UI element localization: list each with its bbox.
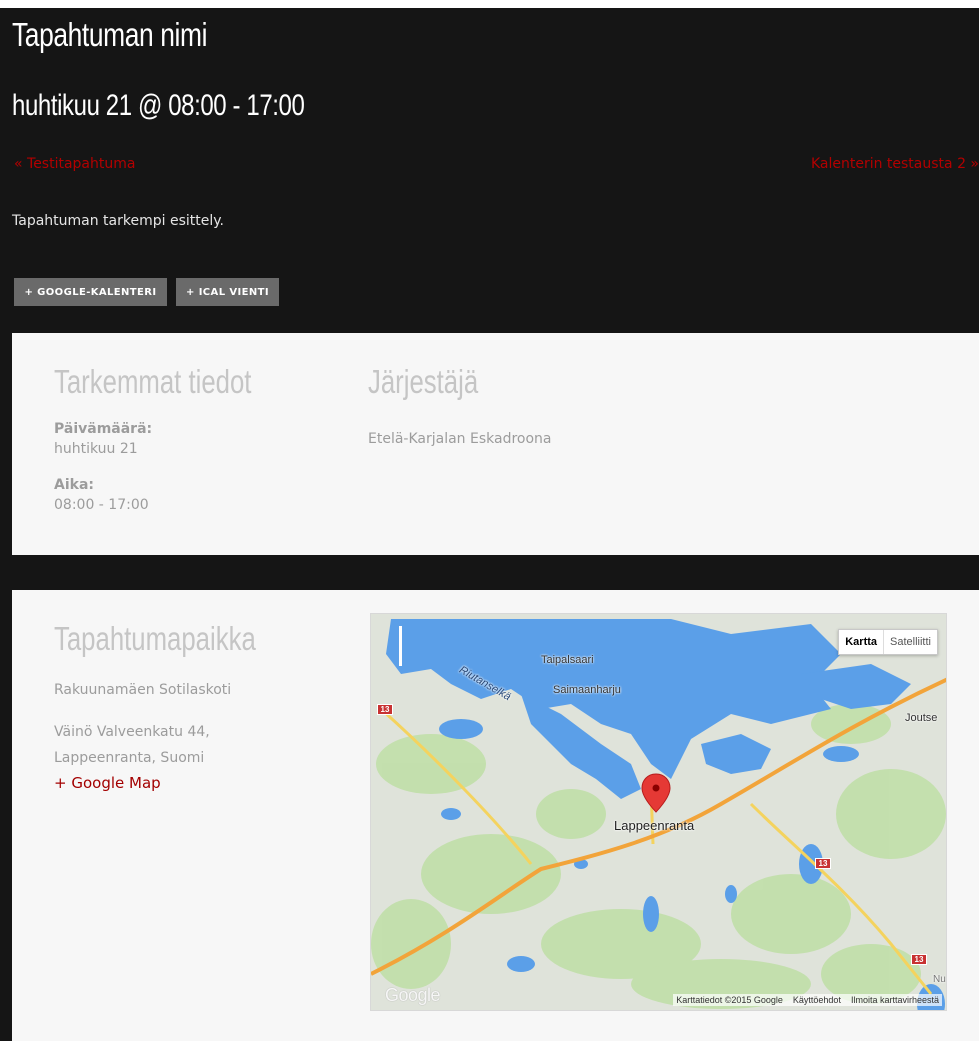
map-label-taipalsaari: Taipalsaari (541, 654, 594, 666)
event-details-panel: Tarkemmat tiedot Päivämäärä: huhtikuu 21… (12, 333, 979, 555)
organizer-name: Etelä-Karjalan Eskadroona (368, 431, 552, 447)
ical-export-button[interactable]: + ICAL VIENTI (176, 278, 279, 306)
event-description: Tapahtuman tarkempi esittely. (12, 213, 224, 229)
map-report-error-link[interactable]: Ilmoita karttavirheestä (851, 995, 939, 1005)
google-logo: Google (385, 985, 441, 1005)
next-event-link[interactable]: Kalenterin testausta 2 » (811, 156, 979, 172)
road-13-shield-icon: 13 (911, 954, 927, 965)
time-label: Aika: (54, 477, 94, 493)
event-page: Tapahtuman nimi huhtikuu 21 @ 08:00 - 17… (0, 8, 979, 1041)
map-type-map-button[interactable]: Kartta (839, 630, 885, 654)
map-label-lappeenranta: Lappeenranta (614, 818, 695, 833)
map-data-credit: Karttatiedot ©2015 Google (676, 995, 783, 1005)
event-title: Tapahtuman nimi (12, 16, 208, 53)
map-type-satellite-button[interactable]: Satelliitti (884, 630, 937, 654)
map-terms-link[interactable]: Käyttöehdot (793, 995, 841, 1005)
venue-city: Lappeenranta, Suomi (54, 750, 205, 766)
time-value: 08:00 - 17:00 (54, 497, 149, 513)
road-13-shield-icon: 13 (815, 858, 831, 869)
road-13-shield-icon: 13 (377, 704, 393, 715)
google-map-link[interactable]: + Google Map (54, 774, 161, 792)
venue-heading: Tapahtumapaikka (54, 620, 256, 657)
details-heading: Tarkemmat tiedot (54, 363, 252, 400)
previous-event-link[interactable]: « Testitapahtuma (14, 156, 135, 172)
google-calendar-button[interactable]: + GOOGLE-KALENTERI (14, 278, 167, 306)
map-label-joutse: Joutse (905, 712, 938, 724)
date-value: huhtikuu 21 (54, 441, 138, 457)
map-label-saimaanharju: Saimaanharju (553, 684, 621, 696)
google-map[interactable]: 13 13 13 Taipalsaari Saimaanharju Riutan… (370, 613, 947, 1011)
map-type-control: Kartta Satelliitti (838, 629, 938, 655)
map-label-nu: Nu (933, 974, 946, 985)
map-footer: Karttatiedot ©2015 Google Käyttöehdot Il… (673, 994, 942, 1006)
organizer-heading: Järjestäjä (368, 363, 479, 400)
venue-street: Väinö Valveenkatu 44, (54, 724, 210, 740)
venue-name: Rakuunamäen Sotilaskoti (54, 682, 232, 698)
event-datetime: huhtikuu 21 @ 08:00 - 17:00 (12, 89, 305, 122)
date-label: Päivämäärä: (54, 421, 153, 437)
venue-panel: Tapahtumapaikka Rakuunamäen Sotilaskoti … (12, 590, 979, 1041)
map-zoom-slider[interactable] (399, 626, 402, 666)
